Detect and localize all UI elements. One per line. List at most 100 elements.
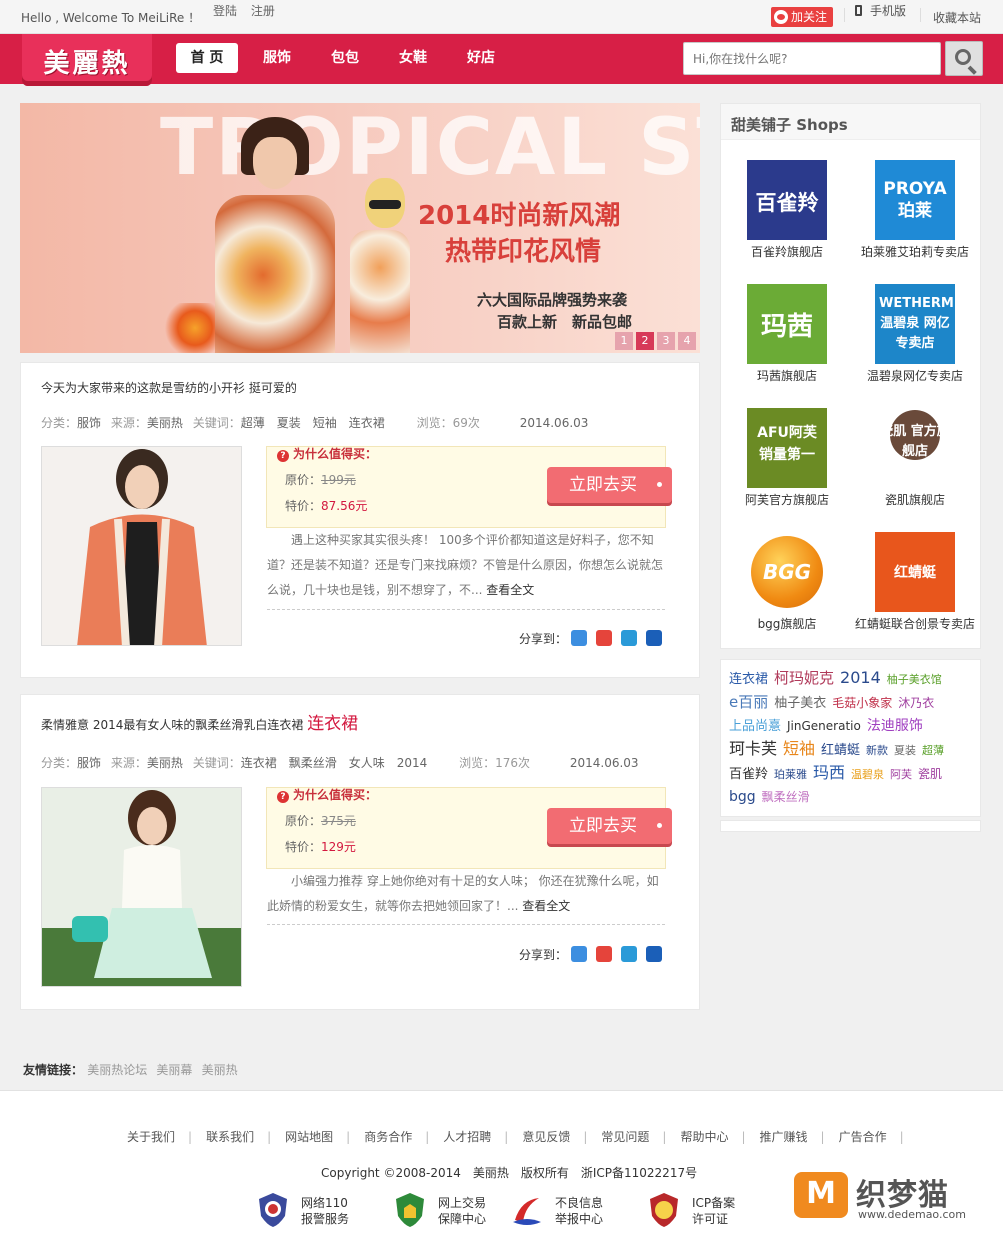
footer-link[interactable]: 推广赚钱: [760, 1128, 808, 1145]
shop-item[interactable]: 百雀羚 百雀羚旗舰店: [721, 160, 841, 260]
slide-dot[interactable]: 3: [657, 332, 675, 350]
tag-link[interactable]: 连衣裙: [729, 669, 768, 691]
tag-link[interactable]: 红蜻蜓: [821, 740, 860, 762]
shop-item[interactable]: BGG bgg旗舰店: [721, 532, 841, 632]
tag-link[interactable]: 柚子美衣: [774, 693, 826, 715]
tag-link[interactable]: 毛菇小象家: [832, 692, 892, 714]
renren-share-icon[interactable]: [646, 630, 662, 646]
nav-home[interactable]: 首 页: [176, 43, 238, 73]
slide-dot[interactable]: 4: [678, 332, 696, 350]
keywords-value[interactable]: 连衣裙 飘柔丝滑 女人味 2014: [241, 756, 428, 770]
weibo-share-icon[interactable]: [596, 630, 612, 646]
footer-link[interactable]: 关于我们: [127, 1128, 175, 1145]
tag-link[interactable]: 超薄: [922, 740, 944, 762]
register-link[interactable]: 注册: [251, 4, 275, 18]
tag-link[interactable]: 柯玛妮克: [774, 667, 834, 689]
shop-item[interactable]: PROYA 珀莱 珀莱雅艾珀莉专卖店: [849, 160, 969, 260]
shop-item[interactable]: 红蜻蜓 红蜻蜓联合创景专卖店: [849, 532, 975, 632]
slide-dot[interactable]: 1: [615, 332, 633, 350]
article-card: 今天为大家带来的这款是雪纺的小开衫 挺可爱的 分类：服饰 来源：美丽热 关键词：…: [20, 362, 700, 678]
tag-link[interactable]: JinGeneratio: [787, 715, 861, 737]
read-more-link[interactable]: 查看全文: [486, 583, 534, 597]
product-thumbnail[interactable]: [41, 446, 242, 646]
slide-dot-active[interactable]: 2: [636, 332, 654, 350]
shop-item[interactable]: 瓷肌 官方旗舰店 瓷肌旗舰店: [849, 408, 969, 508]
tag-link[interactable]: 新款: [866, 740, 888, 762]
shop-item[interactable]: WETHERM 温碧泉 网亿专卖店 温碧泉网亿专卖店: [849, 284, 969, 384]
category-value[interactable]: 服饰: [77, 416, 101, 430]
tqq-share-icon[interactable]: [621, 946, 637, 962]
source-value: 美丽热: [146, 756, 183, 770]
nav-clothing[interactable]: 服饰: [246, 43, 308, 73]
divider: [267, 924, 665, 925]
footer-link[interactable]: 意见反馈: [522, 1128, 570, 1145]
qzone-share-icon[interactable]: [571, 946, 587, 962]
article-title[interactable]: 柔情雅意 2014最有女人味的飘柔丝滑乳白连衣裙 连衣裙: [41, 709, 358, 734]
tag-link[interactable]: 温碧泉: [851, 764, 884, 786]
footer-link[interactable]: 广告合作: [839, 1128, 887, 1145]
tag-link[interactable]: 短袖: [783, 738, 815, 760]
buy-now-button[interactable]: 立即去买: [547, 467, 672, 503]
tag-link[interactable]: 珀莱雅: [774, 764, 807, 786]
shop-name: bgg旗舰店: [757, 617, 817, 631]
friend-links-label: 友情链接：: [23, 1063, 84, 1077]
nav-shoes[interactable]: 女鞋: [382, 43, 444, 73]
tag-link[interactable]: 飘柔丝滑: [762, 786, 810, 808]
shops-panel: 甜美铺子 Shops 百雀羚 百雀羚旗舰店 PROYA 珀莱 珀莱雅艾珀莉专卖店…: [720, 103, 981, 649]
tag-link[interactable]: 阿芙: [890, 764, 912, 786]
link-separator: |: [504, 1130, 509, 1144]
nav-bags[interactable]: 包包: [314, 43, 376, 73]
friend-link[interactable]: 美丽热: [202, 1063, 238, 1077]
hero-banner[interactable]: TROPICAL STYLE 2014时尚新风潮 热带印花风情 六大国际品牌强势…: [20, 103, 700, 353]
footer-link[interactable]: 联系我们: [206, 1128, 254, 1145]
shop-item[interactable]: AFU阿芙 销量第一 阿芙官方旗舰店: [721, 408, 841, 508]
tag-link[interactable]: 法迪服饰: [867, 715, 923, 737]
tqq-share-icon[interactable]: [621, 630, 637, 646]
tag-link[interactable]: 沐乃衣: [898, 692, 934, 714]
shop-logo: PROYA 珀莱: [875, 160, 955, 240]
footer-link[interactable]: 网站地图: [285, 1128, 333, 1145]
shop-name: 红蜻蜓联合创景专卖店: [854, 617, 975, 631]
buy-now-button[interactable]: 立即去买: [547, 808, 672, 844]
friend-link[interactable]: 美丽幕: [156, 1063, 192, 1077]
product-thumbnail[interactable]: [41, 787, 242, 987]
article-title[interactable]: 今天为大家带来的这款是雪纺的小开衫 挺可爱的: [41, 379, 297, 396]
add-favorite-link[interactable]: 收藏本站: [933, 9, 981, 26]
tag-link[interactable]: 上品尚憙: [729, 716, 781, 738]
search-input[interactable]: [683, 42, 941, 75]
tag-link[interactable]: e百丽: [729, 691, 768, 713]
search-icon: [955, 49, 971, 65]
read-more-link[interactable]: 查看全文: [522, 899, 570, 913]
source-value: 美丽热: [146, 416, 183, 430]
views-value: 69次: [452, 416, 480, 430]
weibo-share-icon[interactable]: [596, 946, 612, 962]
category-value[interactable]: 服饰: [77, 756, 101, 770]
share-bar: 分享到：: [519, 630, 662, 647]
tag-link[interactable]: 瓷肌: [918, 763, 942, 785]
nav-good-shops[interactable]: 好店: [450, 43, 512, 73]
friend-link[interactable]: 美丽热论坛: [87, 1063, 147, 1077]
footer-link[interactable]: 商务合作: [364, 1128, 412, 1145]
article-meta: 分类：服饰 来源：美丽热 关键词：连衣裙 飘柔丝滑 女人味 2014 浏览：17…: [41, 756, 639, 770]
tag-link[interactable]: 百雀羚: [729, 764, 768, 786]
tag-link[interactable]: 珂卡芙: [729, 738, 777, 760]
tag-link[interactable]: 2014: [840, 667, 881, 689]
keywords-value[interactable]: 超薄 夏装 短袖 连衣裙: [241, 416, 385, 430]
article-description: 小编强力推荐 穿上她你绝对有十足的女人味； 你还在犹豫什么呢，如此娇情的粉爱女生…: [267, 874, 659, 913]
footer-link[interactable]: 人才招聘: [443, 1128, 491, 1145]
mobile-version-link[interactable]: 手机版: [855, 2, 906, 19]
site-logo[interactable]: 美麗熱: [22, 34, 152, 86]
weibo-follow-button[interactable]: 加关注: [771, 7, 833, 27]
tag-link[interactable]: bgg: [729, 786, 756, 808]
tag-link[interactable]: 玛西: [813, 762, 845, 784]
share-bar: 分享到：: [519, 946, 662, 963]
renren-share-icon[interactable]: [646, 946, 662, 962]
footer-link[interactable]: 常见问题: [601, 1128, 649, 1145]
search-button[interactable]: [945, 41, 983, 76]
qzone-share-icon[interactable]: [571, 630, 587, 646]
tag-link[interactable]: 柚子美衣馆: [887, 669, 942, 691]
footer-link[interactable]: 帮助中心: [680, 1128, 728, 1145]
login-link[interactable]: 登陆: [213, 4, 237, 18]
shop-item[interactable]: 玛茜 玛茜旗舰店: [721, 284, 841, 384]
tag-link[interactable]: 夏装: [894, 740, 916, 762]
